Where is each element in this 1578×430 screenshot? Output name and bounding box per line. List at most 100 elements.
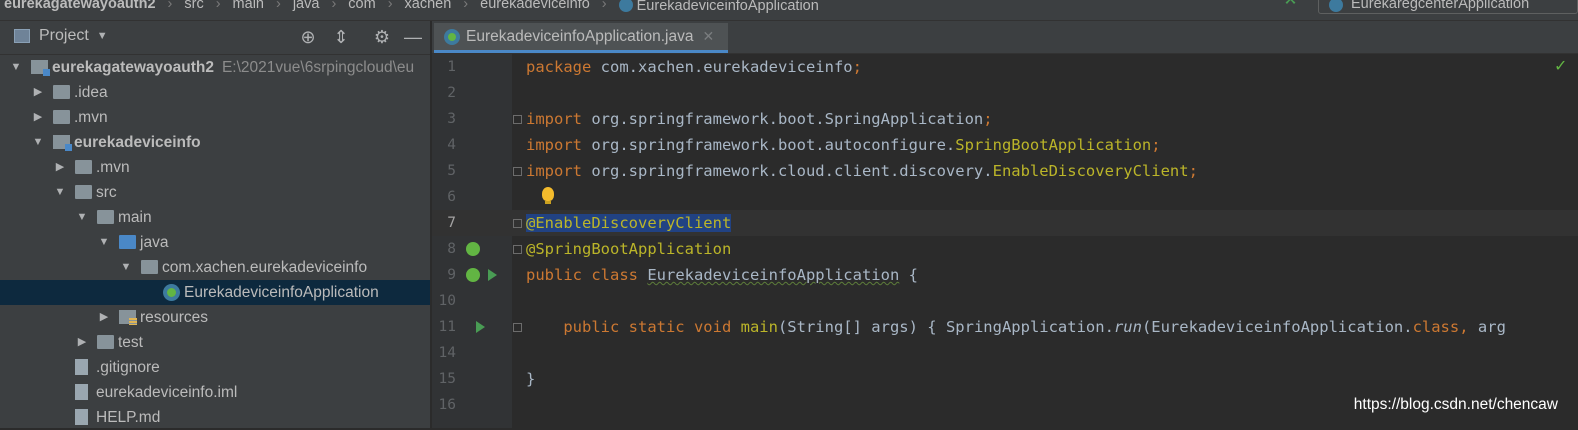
tree-node-label: HELP.md	[96, 405, 160, 430]
run-configuration-select[interactable]: EurekaregcenterApplication	[1318, 0, 1578, 14]
intention-bulb-icon[interactable]	[542, 187, 554, 204]
fold-marker-icon[interactable]	[513, 323, 522, 332]
chevron-right-icon[interactable]: ▶	[32, 105, 44, 130]
code-line[interactable]: 5 import org.springframework.cloud.client…	[432, 158, 1578, 184]
tree-node-label: .gitignore	[96, 355, 160, 380]
fold-marker-icon[interactable]	[513, 245, 522, 254]
chevron-down-icon[interactable]: ▼	[54, 180, 66, 205]
code-text: import org.springframework.cloud.client.…	[526, 158, 1198, 184]
tree-node[interactable]: ▶ .mvn	[0, 105, 430, 130]
gear-icon[interactable]: ⚙	[372, 27, 392, 47]
project-view-selector[interactable]: Project ▼	[14, 27, 108, 45]
code-editor[interactable]: 1 package com.xachen.eurekadeviceinfo; 2 3 i…	[432, 54, 1578, 428]
code-line[interactable]: 1 package com.xachen.eurekadeviceinfo;	[432, 54, 1578, 80]
spring-bean-icon[interactable]	[466, 242, 480, 256]
code-line[interactable]: 8 @SpringBootApplication	[432, 236, 1578, 262]
breadcrumb-item-com[interactable]: com	[342, 0, 381, 11]
tree-node[interactable]: HELP.md	[0, 405, 430, 430]
chevron-down-icon[interactable]: ▼	[98, 230, 110, 255]
tab-eurekadeviceinfo-application[interactable]: EurekadeviceinfoApplication.java ✕	[434, 23, 729, 53]
chevron-right-icon[interactable]: ▶	[32, 80, 44, 105]
tree-node[interactable]: EurekadeviceinfoApplication	[0, 280, 430, 305]
package-icon	[141, 260, 158, 274]
chevron-down-icon[interactable]: ▼	[10, 55, 22, 80]
chevron-down-icon[interactable]: ▼	[32, 130, 44, 155]
fold-marker-icon[interactable]	[513, 167, 522, 176]
breadcrumb-item-src[interactable]: src	[178, 0, 209, 11]
close-icon[interactable]: ✕	[702, 28, 714, 44]
fold-marker-icon[interactable]	[513, 219, 522, 228]
tree-node[interactable]: ▼ main	[0, 205, 430, 230]
tree-node-text: .idea	[74, 84, 108, 101]
tree-node-label: main	[118, 205, 152, 230]
line-number: 1	[447, 59, 456, 75]
chevron-down-icon: ▼	[96, 30, 108, 42]
fold-marker-icon[interactable]	[513, 115, 522, 124]
tree-node-text: java	[140, 234, 169, 251]
tree-node-text: EurekadeviceinfoApplication	[184, 284, 379, 301]
chevron-down-icon[interactable]: ▼	[76, 205, 88, 230]
tree-node[interactable]: ▼ src	[0, 180, 430, 205]
breadcrumb-separator: ›	[275, 0, 281, 12]
minimize-icon[interactable]: —	[403, 27, 423, 47]
code-line[interactable]: 10	[432, 288, 1578, 314]
code-token: EurekadeviceinfoApplication	[647, 266, 900, 284]
code-line[interactable]: 3 import org.springframework.boot.SpringA…	[432, 106, 1578, 132]
code-token: ;	[1151, 136, 1161, 154]
tree-node-label: .mvn	[74, 105, 108, 130]
code-token: import	[526, 110, 592, 128]
code-token: package	[526, 58, 601, 76]
code-token: EnableDiscoveryClient	[992, 162, 1189, 180]
tree-node-label: .idea	[74, 80, 108, 105]
tree-node[interactable]: ▶ resources	[0, 305, 430, 330]
build-hammer-icon[interactable]: ⚒	[1283, 0, 1297, 8]
code-token: ,	[1459, 318, 1478, 336]
breadcrumb-item-eurekadeviceinfo[interactable]: eurekadeviceinfo	[474, 0, 596, 11]
code-text: }	[526, 366, 535, 392]
inspection-ok-icon[interactable]: ✓	[1554, 56, 1567, 76]
tree-node[interactable]: eurekadeviceinfo.iml	[0, 380, 430, 405]
code-token: org.springframework.boot.SpringApplicati…	[591, 110, 984, 128]
tree-node[interactable]: .gitignore	[0, 355, 430, 380]
chevron-down-icon[interactable]: ▼	[120, 255, 132, 280]
breadcrumb-item-main[interactable]: main	[227, 0, 270, 11]
code-line[interactable]: 2	[432, 80, 1578, 106]
tree-node-label: src	[96, 180, 117, 205]
tree-node[interactable]: ▶ test	[0, 330, 430, 355]
code-token: }	[526, 370, 536, 388]
tree-node[interactable]: ▼ eurekadeviceinfo	[0, 130, 430, 155]
tree-node[interactable]: ▶ .idea	[0, 80, 430, 105]
breadcrumb-item-java[interactable]: java	[287, 0, 326, 11]
collapse-all-icon[interactable]: ⇕	[331, 27, 351, 47]
chevron-right-icon[interactable]: ▶	[98, 305, 110, 330]
folder-icon	[97, 210, 114, 224]
chevron-right-icon[interactable]: ▶	[76, 330, 88, 355]
breadcrumb-item-project[interactable]: eurekagatewayoauth2	[0, 0, 162, 11]
code-line[interactable]: 6	[432, 184, 1578, 210]
project-tool-window: Project ▼ ⊕ ⇕ ⚙ — ▼ eurekagatewayoauth2 E:…	[0, 21, 430, 428]
folder-icon	[53, 110, 70, 124]
file-icon	[75, 359, 88, 375]
code-line[interactable]: 15}	[432, 366, 1578, 392]
chevron-right-icon[interactable]: ▶	[54, 155, 66, 180]
breadcrumb-item-class[interactable]: EurekadeviceinfoApplication	[613, 0, 825, 13]
run-icon[interactable]	[476, 321, 485, 333]
code-line[interactable]: 9 public class EurekadeviceinfoApplicatio…	[432, 262, 1578, 288]
tree-node[interactable]: ▼ java	[0, 230, 430, 255]
spring-bean-icon[interactable]	[466, 268, 480, 282]
breadcrumb-item-xachen[interactable]: xachen	[399, 0, 458, 11]
code-line[interactable]: 14	[432, 340, 1578, 366]
tree-node[interactable]: ▼ eurekagatewayoauth2 E:\2021vue\6srpingcl…	[0, 55, 430, 80]
code-line[interactable]: 7 @EnableDiscoveryClient	[432, 210, 1578, 236]
line-number: 4	[447, 137, 456, 153]
run-configuration-label: EurekaregcenterApplication	[1351, 0, 1530, 12]
code-line[interactable]: 4 import org.springframework.boot.autocon…	[432, 132, 1578, 158]
tree-node-label: eurekagatewayoauth2 E:\2021vue\6srpingclo…	[52, 55, 414, 80]
crosshair-icon[interactable]: ⊕	[298, 27, 318, 47]
code-line[interactable]: 11 public static void main(String[] args…	[432, 314, 1578, 340]
run-icon[interactable]	[488, 269, 497, 281]
tree-node-text: .gitignore	[96, 359, 160, 376]
tree-node[interactable]: ▼ com.xachen.eurekadeviceinfo	[0, 255, 430, 280]
code-token: org.springframework.cloud.client.discove…	[591, 162, 993, 180]
tree-node[interactable]: ▶ .mvn	[0, 155, 430, 180]
